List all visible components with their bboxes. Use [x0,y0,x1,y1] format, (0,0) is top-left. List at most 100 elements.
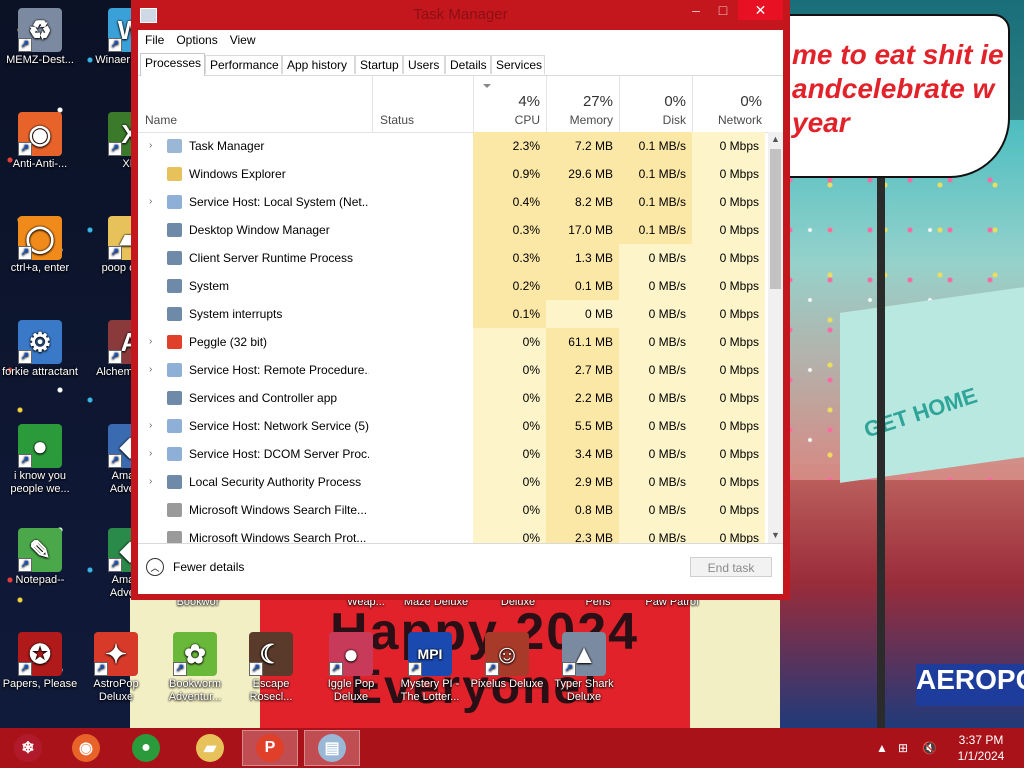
network-icon[interactable]: ⊞ [898,728,908,768]
desktop-icon[interactable]: ◯ ↗ ctrl+a, enter [2,216,78,275]
desktop-icon[interactable]: ♻ ↗ MEMZ-Dest... [2,8,78,67]
process-row[interactable]: Services and Controller app 0% 2.2 MB 0 MB/… [138,384,768,412]
column-disk[interactable]: 0% Disk [619,76,692,132]
show-hidden-icons-icon[interactable]: ▲ [876,728,888,768]
expand-chevron-icon[interactable]: › [149,468,152,496]
clock[interactable]: 3:37 PM 1/1/2024 [946,732,1016,764]
process-grid: Name Status 4% CPU 27% Memory 0% Disk 0%… [138,76,783,543]
scroll-thumb[interactable] [770,149,781,289]
column-network[interactable]: 0% Network [692,76,768,132]
volume-muted-icon[interactable]: 🔇 [922,728,937,768]
scroll-up-icon[interactable]: ▲ [768,132,783,147]
process-row[interactable]: › Task Manager 2.3% 7.2 MB 0.1 MB/s 0 Mbps [138,132,768,160]
desktop-icon[interactable]: ☾ ↗ Escape Rosecl... [233,632,309,704]
escape-rosecliff-icon: ☾ ↗ [249,632,293,676]
minimize-button[interactable]: – [683,0,709,20]
maximize-button[interactable]: □ [710,0,736,20]
desktop-icon[interactable]: ● ↗ i know you people we... [2,424,78,496]
window-icon [167,279,182,293]
process-disk: 0.1 MB/s [619,160,692,188]
process-row[interactable]: Microsoft Windows Search Prot... 0% 2.3 MB… [138,524,768,543]
taskbar: ❄ ◉ ● ▰ P ▤ ▲ ⊞ 🔇 3:37 PM 1/1/2024 [0,728,1024,768]
expand-chevron-icon[interactable]: › [149,412,152,440]
close-button[interactable]: ✕ [738,0,783,20]
expand-chevron-icon[interactable]: › [149,132,152,160]
tab-users[interactable]: Users [403,55,445,74]
process-row[interactable]: System 0.2% 0.1 MB 0 MB/s 0 Mbps [138,272,768,300]
speech-bubble-text: me to eat shit ie andcelebrate w year [792,39,1004,138]
shortcut-arrow-icon: ↗ [94,662,108,676]
process-network: 0 Mbps [692,384,765,412]
taskbar-button[interactable]: ◉ [58,730,114,766]
process-row[interactable]: Windows Explorer 0.9% 29.6 MB 0.1 MB/s 0 Mbp… [138,160,768,188]
desktop-icon[interactable]: ☺ ↗ Pixelus Deluxe [469,632,545,691]
process-cpu: 0.3% [473,216,546,244]
process-row[interactable]: › Service Host: Remote Procedure... 0% 2.7 … [138,356,768,384]
desktop-icon-label: MEMZ-Dest... [6,54,74,66]
menu-options[interactable]: Options [176,33,217,47]
desktop-icon[interactable]: ✪ ↗ Papers, Please [2,632,78,691]
process-row[interactable]: › Service Host: DCOM Server Proc... 0% 3.4 … [138,440,768,468]
fewer-details-button[interactable]: ︿ Fewer details [146,558,244,576]
process-memory: 29.6 MB [546,160,619,188]
expand-chevron-icon[interactable]: › [149,188,152,216]
shortcut-arrow-icon: ↗ [408,662,422,676]
process-disk: 0 MB/s [619,440,692,468]
column-memory[interactable]: 27% Memory [546,76,619,132]
menu-view[interactable]: View [230,33,256,47]
scroll-down-icon[interactable]: ▼ [768,528,783,543]
process-row[interactable]: Desktop Window Manager 0.3% 17.0 MB 0.1 MB/… [138,216,768,244]
tab-performance[interactable]: Performance [205,55,282,74]
process-cpu: 0.9% [473,160,546,188]
pixelus-icon: ☺ ↗ [485,632,529,676]
expand-chevron-icon[interactable]: › [149,328,152,356]
expand-chevron-icon[interactable]: › [149,440,152,468]
column-status[interactable]: Status [372,76,473,132]
tab-services[interactable]: Services [491,55,545,74]
footer-bar: ︿ Fewer details End task [138,543,783,594]
taskbar-button[interactable]: ▤ [304,730,360,766]
vertical-scrollbar[interactable]: ▲ ▼ [768,132,783,543]
shortcut-arrow-icon: ↗ [18,350,32,364]
desktop-icon[interactable]: ✿ ↗ Bookworm Adventur... [157,632,233,704]
tab-processes[interactable]: Processes [140,53,205,76]
desktop-icon[interactable]: ✎ ↗ Notepad-- [2,528,78,587]
tab-app-history[interactable]: App history [282,55,355,74]
desktop-icon[interactable]: ⚙ ↗ forkie attractant [2,320,78,379]
folder-icon [167,167,182,181]
process-row[interactable]: Microsoft Windows Search Filte... 0% 0.8 M… [138,496,768,524]
desktop-icon[interactable]: ◉ ↗ Anti-Anti-... [2,112,78,171]
process-disk: 0 MB/s [619,468,692,496]
shortcut-arrow-icon: ↗ [18,246,32,260]
desktop-icon[interactable]: MPI ↗ Mystery PI - The Lotter... [392,632,468,704]
desktop-icon[interactable]: ● ↗ Iggle Pop Deluxe [313,632,389,704]
process-disk: 0 MB/s [619,496,692,524]
taskbar-button[interactable]: ❄ [0,730,56,766]
shortcut-arrow-icon: ↗ [18,38,32,52]
process-memory: 61.1 MB [546,328,619,356]
chevron-up-icon: ︿ [146,558,164,576]
process-row[interactable]: System interrupts 0.1% 0 MB 0 MB/s 0 Mbps [138,300,768,328]
process-row[interactable]: › Service Host: Network Service (5) 0% 5.5 … [138,412,768,440]
process-row[interactable]: › Peggle (32 bit) 0% 61.1 MB 0 MB/s 0 Mbps [138,328,768,356]
taskbar-button[interactable]: P [242,730,298,766]
wallpaper-pole [877,170,885,728]
desktop-icon-label: forkie attractant [2,366,78,378]
process-row[interactable]: › Service Host: Local System (Net... 0.4% 8… [138,188,768,216]
column-name[interactable]: Name [138,76,372,132]
process-row[interactable]: Client Server Runtime Process 0.3% 1.3 MB 0… [138,244,768,272]
taskbar-button[interactable]: ● [118,730,174,766]
astropop-icon: ✦ ↗ [94,632,138,676]
menu-file[interactable]: File [145,33,164,47]
desktop-icon[interactable]: ▲ ↗ Typer Shark Deluxe [546,632,622,704]
process-row[interactable]: › Local Security Authority Process 0% 2.9 M… [138,468,768,496]
end-task-button[interactable]: End task [690,557,772,577]
column-cpu[interactable]: 4% CPU [473,76,546,132]
expand-chevron-icon[interactable]: › [149,356,152,384]
title-bar[interactable]: Task Manager – □ ✕ [131,0,790,30]
tab-startup[interactable]: Startup [355,55,403,74]
tab-details[interactable]: Details [445,55,491,74]
taskbar-button[interactable]: ▰ [182,730,238,766]
desktop-icon[interactable]: ✦ ↗ AstroPop Deluxe [78,632,154,704]
shortcut-arrow-icon: ↗ [485,662,499,676]
